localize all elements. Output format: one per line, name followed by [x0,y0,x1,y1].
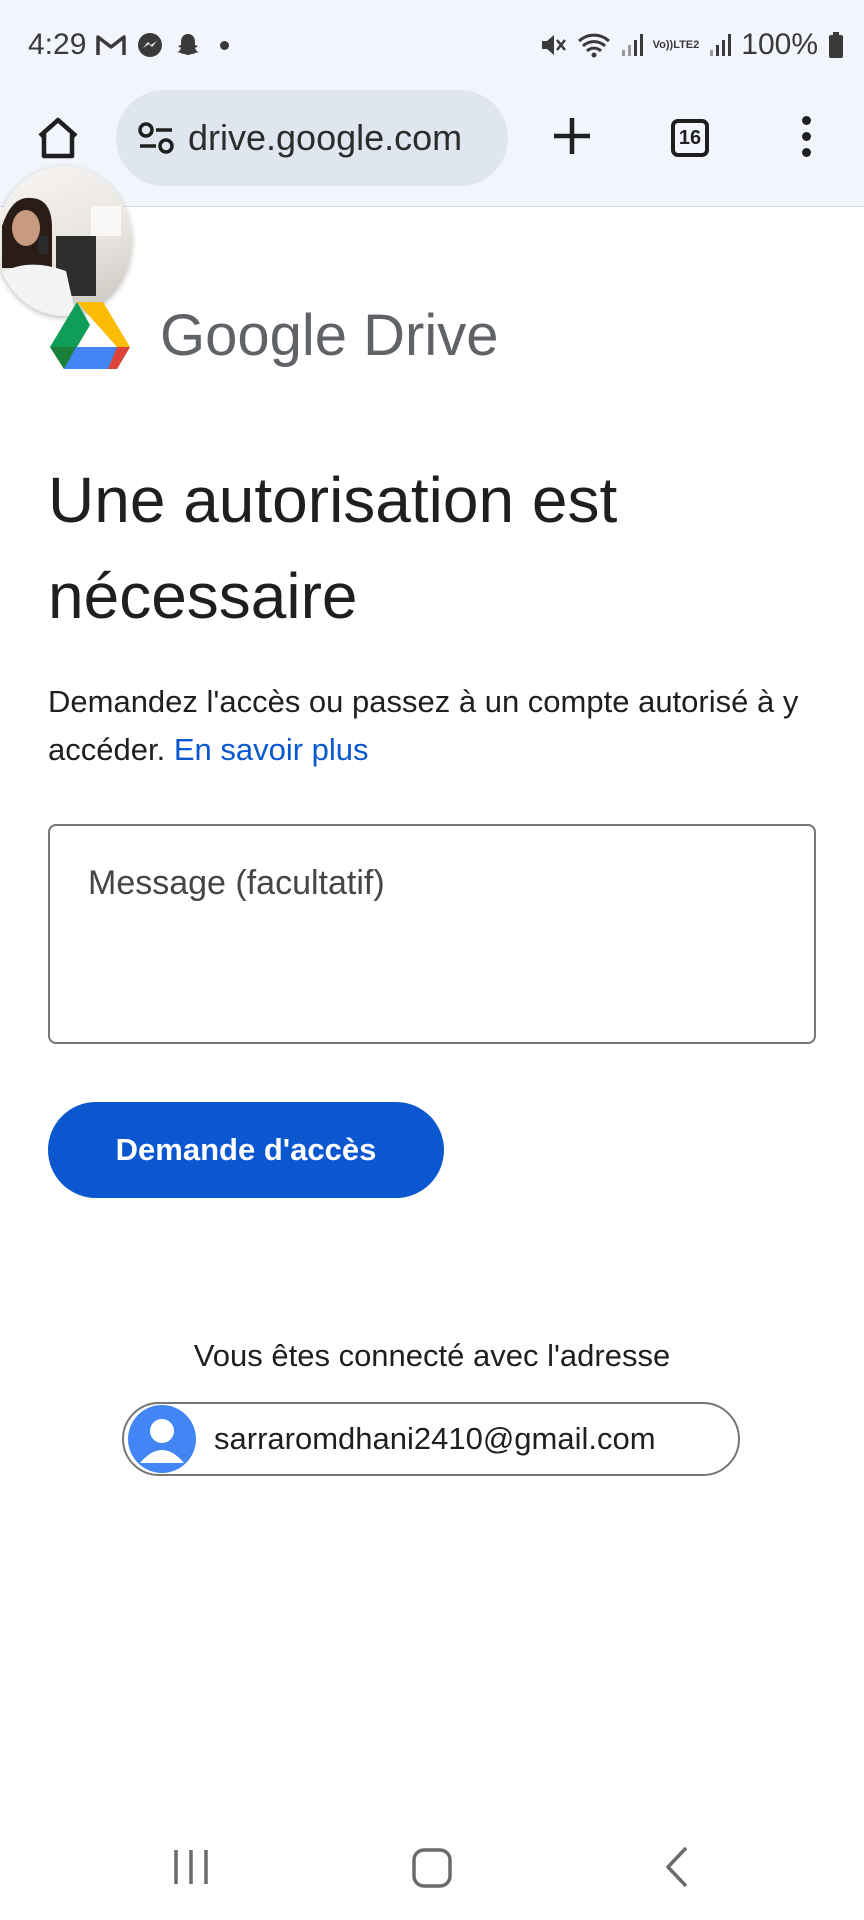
url-text[interactable]: drive.google.com [188,117,488,159]
volte-label: Vo)) [652,38,674,51]
connected-label: Vous êtes connecté avec l'adresse [193,1338,671,1373]
tab-switcher-button[interactable]: 16 [664,112,716,164]
google-drive-logo-icon [50,302,130,369]
back-icon[interactable] [662,1844,692,1890]
drive-header: Google Drive [50,300,499,370]
notification-dot-icon [220,40,230,50]
battery-percent: 100% [741,28,818,61]
signal-2-icon [709,32,732,58]
home-nav-icon[interactable] [410,1846,454,1890]
snapchat-icon [174,31,202,59]
request-access-button[interactable]: Demande d'accès [48,1102,444,1198]
message-input[interactable] [48,824,816,1044]
brand-google: Google [160,302,348,368]
site-settings-icon[interactable] [136,118,176,158]
access-description: Demandez l'accès ou passez à un compte a… [48,678,808,774]
more-dot-icon [801,131,811,141]
brand-drive: Drive [363,302,499,368]
status-left: 4:29 [28,28,230,62]
description-text: Demandez l'accès ou passez à un compte a… [48,684,799,767]
more-options-button[interactable] [790,108,822,164]
profile-photo [0,197,121,316]
url-bar[interactable]: drive.google.com [116,90,508,186]
wifi-icon [577,31,611,59]
gmail-icon [96,33,127,57]
signal-icon [621,32,643,58]
volte-indicator: Vo)) LTE2 [652,38,700,51]
home-icon [38,117,78,159]
mute-icon [539,31,567,59]
status-right: Vo)) LTE2 100% [539,28,844,62]
account-email: sarraromdhani2410@gmail.com [214,1421,656,1456]
recent-apps-icon[interactable] [170,1846,212,1888]
lte-label: LTE2 [673,38,700,51]
page-title: Une autorisation est nécessaire [48,464,618,632]
account-avatar-icon [128,1405,196,1473]
more-dot-icon [801,147,811,157]
chat-head-avatar[interactable] [0,166,132,316]
plus-icon [554,118,590,154]
home-button[interactable] [30,110,86,166]
battery-icon [828,31,844,59]
browser-toolbar: drive.google.com 16 [0,88,864,207]
account-chip[interactable]: sarraromdhani2410@gmail.com [122,1402,740,1476]
status-bar: 4:29 Vo)) LTE2 100% [0,0,864,96]
more-dot-icon [801,115,811,125]
drive-title: Google Drive [160,302,499,369]
messenger-icon [136,31,164,59]
new-tab-button[interactable] [544,108,600,164]
learn-more-link[interactable]: En savoir plus [174,732,369,767]
navigation-bar [0,1820,864,1920]
tab-count: 16 [671,119,709,157]
status-time: 4:29 [28,28,87,61]
